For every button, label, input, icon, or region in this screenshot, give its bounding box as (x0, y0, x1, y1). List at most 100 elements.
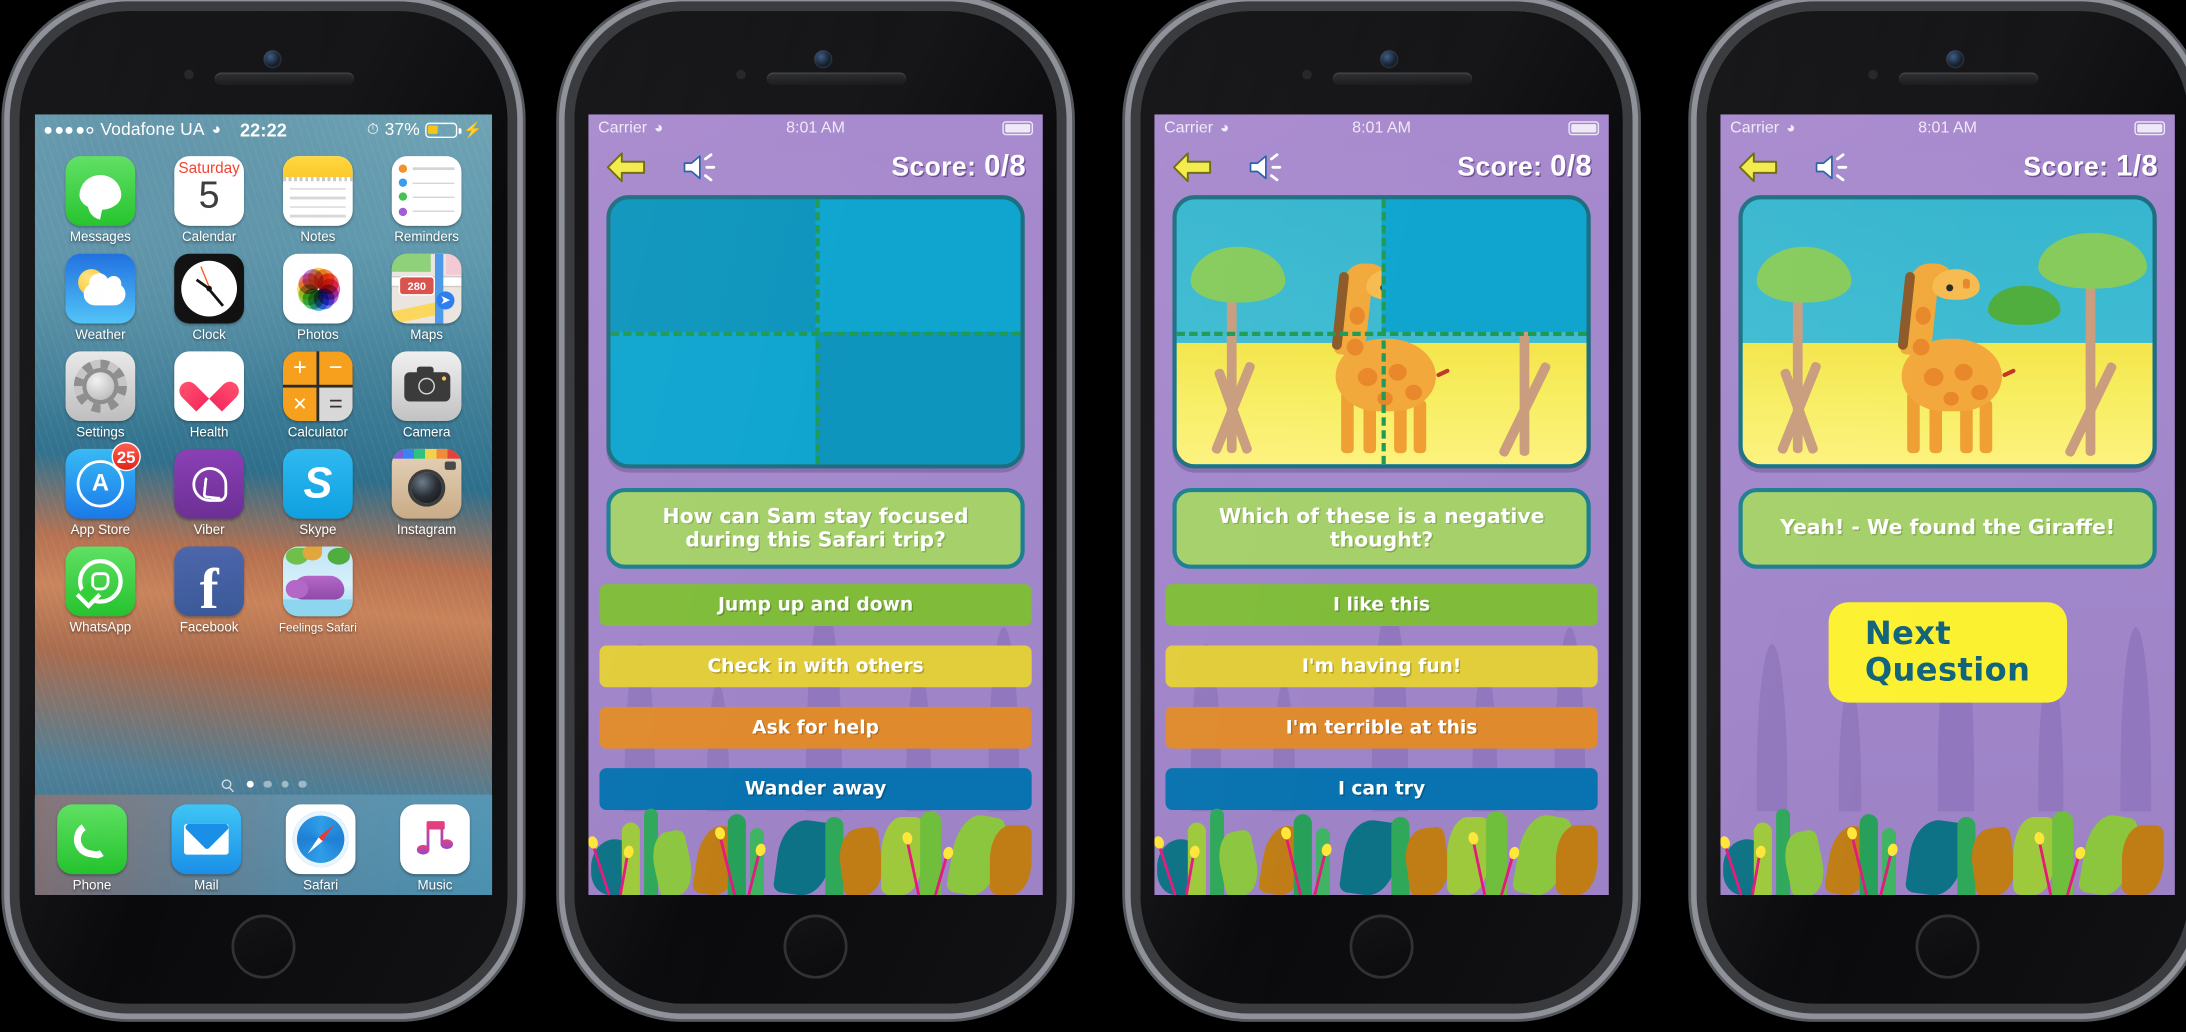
score-display: Score: 0/8 (891, 151, 1026, 184)
image-panel (1738, 195, 2157, 469)
app-icon-settings[interactable]: Settings (57, 351, 143, 441)
settings-gear-icon (65, 351, 136, 422)
app-label: Settings (76, 425, 125, 441)
route-shield-label: 280 (398, 276, 435, 296)
app-icon-skype[interactable]: S Skype (275, 448, 361, 539)
health-heart-icon (174, 351, 244, 422)
app-label: Photos (297, 327, 339, 343)
answer-button-3[interactable]: I'm terrible at this (1165, 706, 1598, 749)
app-icon-messages[interactable]: Messages (57, 156, 143, 245)
phone-body: Carrier ◕ 8:01 AM (574, 11, 1057, 1004)
cover-tile-top-right[interactable] (815, 199, 1021, 332)
status-bar-clock: 8:01 AM (1918, 119, 1978, 137)
app-icon-health[interactable]: Health (166, 351, 252, 441)
giraffe-illustration (1893, 244, 2018, 454)
ios-dock: Phone Mail Safari Music (34, 794, 493, 896)
app-icon-feelings-safari[interactable]: Feelings Safari (275, 546, 361, 636)
image-panel (606, 195, 1025, 469)
app-label: Maps (410, 327, 443, 343)
page-indicator[interactable] (35, 779, 492, 790)
back-arrow-icon[interactable] (1171, 152, 1213, 183)
cover-tile-top-right[interactable] (1381, 199, 1587, 332)
home-button[interactable] (1349, 914, 1414, 979)
app-icon-reminders[interactable]: Reminders (383, 156, 469, 245)
app-icon-viber[interactable]: Viber (166, 448, 252, 538)
app-icon-calculator[interactable]: + − × = Calculator (275, 351, 361, 441)
cover-tile-bottom-right[interactable] (815, 331, 1021, 465)
answer-list: I like this I'm having fun! I'm terrible… (1165, 584, 1598, 810)
app-icon-app-store[interactable]: 25 A App Store (57, 441, 143, 538)
tree-left (1190, 244, 1286, 455)
calc-key: − (318, 351, 353, 386)
earpiece-speaker (766, 72, 907, 86)
app-label: Health (189, 425, 229, 441)
quadrant-divider-horizontal (610, 331, 1021, 336)
score-label: Score: (1457, 153, 1543, 183)
phone-body: Carrier ◕ 8:01 AM (1140, 11, 1623, 1004)
answer-button-2[interactable]: I'm having fun! (1165, 645, 1598, 688)
home-button[interactable] (231, 914, 296, 979)
search-icon[interactable] (220, 779, 231, 790)
earpiece-speaker (214, 72, 355, 86)
question-text-box: Which of these is a negative thought? (1172, 487, 1591, 569)
back-arrow-icon[interactable] (605, 152, 647, 183)
home-button[interactable] (1915, 914, 1980, 979)
app-icon-maps[interactable]: 280 ➤ Maps (383, 253, 469, 343)
answer-button-1[interactable]: Jump up and down (599, 584, 1032, 626)
game-toolbar: Score: 0/8 (588, 142, 1042, 192)
home-button[interactable] (783, 914, 848, 979)
calc-key: × (283, 387, 317, 422)
app-label: Skype (299, 522, 337, 539)
app-icon-weather[interactable]: Weather (57, 253, 143, 343)
score-label: Score: (891, 153, 977, 183)
app-icon-whatsapp[interactable]: WhatsApp (57, 546, 143, 636)
calc-key: = (318, 387, 353, 422)
result-message-box: Yeah! - We found the Giraffe! (1738, 487, 2157, 569)
speaker-sound-icon[interactable] (1246, 152, 1285, 183)
proximity-sensor-icon (184, 69, 194, 80)
cover-tile-bottom-left[interactable] (610, 331, 816, 465)
calendar-icon: Saturday 5 (174, 156, 244, 226)
score-value: 0/8 (984, 150, 1027, 183)
dock-item-safari[interactable]: Safari (277, 804, 363, 894)
cover-tile-top-left[interactable] (610, 199, 816, 332)
dock-label: Phone (72, 878, 112, 894)
back-arrow-icon[interactable] (1737, 152, 1779, 183)
score-value: 0/8 (1550, 150, 1593, 183)
app-icon-instagram[interactable]: Instagram (383, 448, 469, 538)
app-icon-facebook[interactable]: f Facebook (166, 546, 252, 636)
device-screen: Carrier ◕ 8:01 AM (588, 114, 1043, 896)
ios-status-bar: Carrier ◕ 8:01 AM (1720, 114, 2174, 142)
answer-button-2[interactable]: Check in with others (599, 645, 1032, 688)
phone-handset-icon (57, 804, 127, 875)
speaker-sound-icon[interactable] (1812, 152, 1851, 183)
app-icon-clock[interactable]: Clock (166, 253, 252, 343)
score-display: Score: 0/8 (1457, 151, 1592, 184)
answer-button-1[interactable]: I like this (1165, 584, 1598, 626)
front-camera-icon (814, 50, 833, 69)
viber-icon (174, 448, 244, 519)
ios-status-bar: Vodafone UA ◕ 22:22 ⏱ 37% ⚡ (35, 114, 492, 145)
tree-right (2035, 232, 2147, 459)
app-icon-calendar[interactable]: Saturday 5 Calendar (166, 156, 252, 245)
dock-item-phone[interactable]: Phone (49, 804, 135, 894)
weather-icon (65, 253, 136, 324)
tree-left (1756, 244, 1852, 455)
phone-body: Vodafone UA ◕ 22:22 ⏱ 37% ⚡ Messages Sat… (19, 11, 508, 1004)
dock-label: Music (417, 878, 453, 894)
reminders-icon (391, 156, 462, 226)
score-value: 1/8 (2116, 150, 2159, 183)
dock-item-music[interactable]: Music (392, 804, 478, 894)
answer-button-3[interactable]: Ask for help (599, 706, 1032, 749)
battery-icon (425, 121, 462, 138)
app-icon-notes[interactable]: Notes (275, 156, 361, 245)
proximity-sensor-icon (1302, 69, 1312, 80)
app-icon-camera[interactable]: Camera (383, 351, 469, 441)
app-label: Calculator (287, 425, 348, 441)
app-icon-photos[interactable]: Photos (275, 253, 361, 343)
next-question-button[interactable]: Next Question (1828, 602, 2067, 703)
camera-icon (391, 351, 462, 422)
facebook-glyph: f (199, 555, 219, 617)
speaker-sound-icon[interactable] (680, 152, 719, 183)
dock-item-mail[interactable]: Mail (163, 804, 249, 894)
